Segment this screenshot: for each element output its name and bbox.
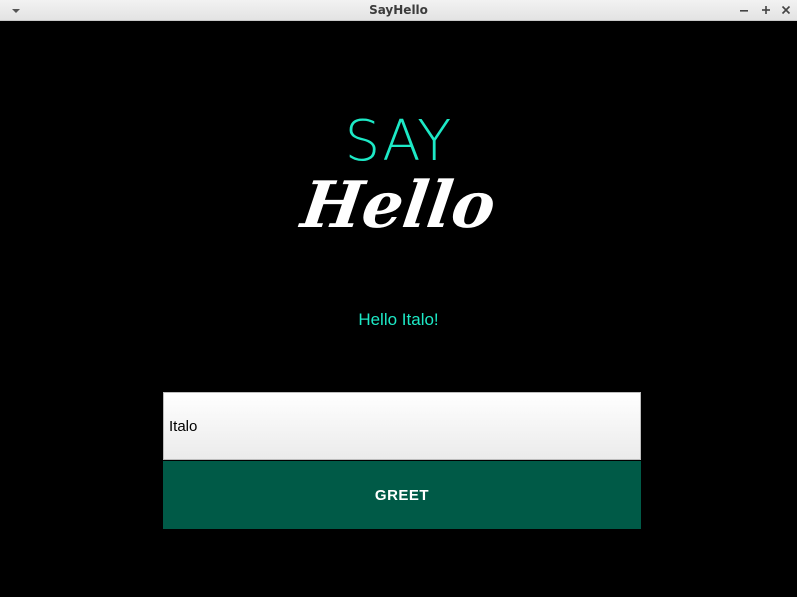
app-window: SayHello SAY Hello Hello Italo! GREET (0, 0, 797, 597)
logo-say: SAY (344, 109, 453, 174)
minimize-icon[interactable] (737, 3, 751, 17)
title-bar[interactable]: SayHello (0, 0, 797, 21)
name-input[interactable] (163, 392, 641, 460)
logo-hello: Hello (297, 168, 501, 243)
greet-button[interactable]: GREET (163, 461, 641, 529)
window-title: SayHello (369, 3, 428, 17)
greeting-text: Hello Italo! (358, 310, 439, 329)
close-icon[interactable] (779, 3, 793, 17)
maximize-icon[interactable] (759, 3, 773, 17)
